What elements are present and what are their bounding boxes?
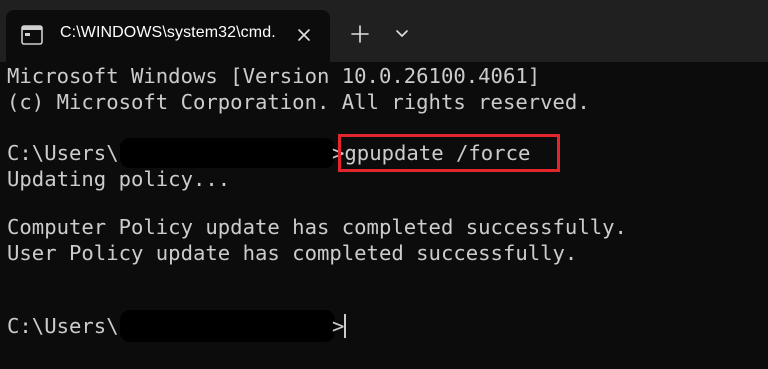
- terminal-line-version: Microsoft Windows [Version 10.0.26100.40…: [7, 64, 541, 88]
- terminal-prompt-path: C:\Users\: [7, 141, 119, 165]
- tab-cmd[interactable]: C:\WINDOWS\system32\cmd.: [6, 10, 330, 62]
- terminal-line-updating: Updating policy...: [7, 167, 231, 191]
- terminal-line-computer-policy: Computer Policy update has completed suc…: [7, 215, 627, 239]
- terminal-prompt-path-current: C:\Users\: [7, 314, 119, 338]
- plus-icon: [351, 25, 369, 43]
- new-tab-button[interactable]: [346, 20, 374, 48]
- terminal-icon: [21, 25, 43, 45]
- redacted-username: [120, 138, 335, 168]
- text-cursor: [344, 314, 346, 338]
- terminal-prompt-caret: >: [332, 314, 345, 338]
- redacted-username-current: [120, 310, 335, 342]
- chevron-down-icon: [396, 30, 408, 37]
- tab-dropdown-button[interactable]: [389, 20, 415, 48]
- tab-title: C:\WINDOWS\system32\cmd.: [60, 24, 276, 41]
- terminal-line-user-policy: User Policy update has completed success…: [7, 241, 578, 265]
- close-icon[interactable]: [292, 23, 316, 47]
- tab-bar: C:\WINDOWS\system32\cmd.: [0, 0, 768, 62]
- command-highlight-box: [338, 134, 560, 172]
- terminal-line-copyright: (c) Microsoft Corporation. All rights re…: [7, 90, 590, 114]
